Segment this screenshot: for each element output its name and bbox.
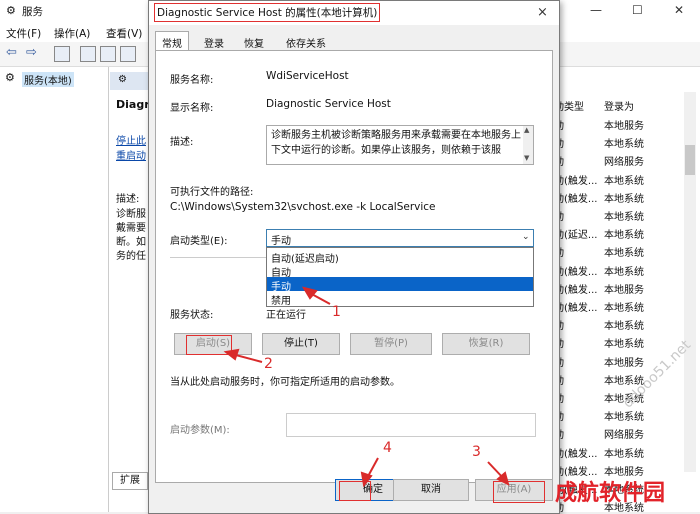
annotation-3: 3: [472, 444, 481, 460]
arrow-2-head: [223, 348, 240, 361]
watermark-text: 成航软件园: [555, 481, 666, 506]
annotation-2: 2: [264, 356, 273, 372]
annotation-arrows: [223, 286, 510, 488]
annotation-1: 1: [332, 304, 341, 320]
annotation-4: 4: [383, 440, 392, 456]
arrow-4-head: [360, 471, 373, 488]
